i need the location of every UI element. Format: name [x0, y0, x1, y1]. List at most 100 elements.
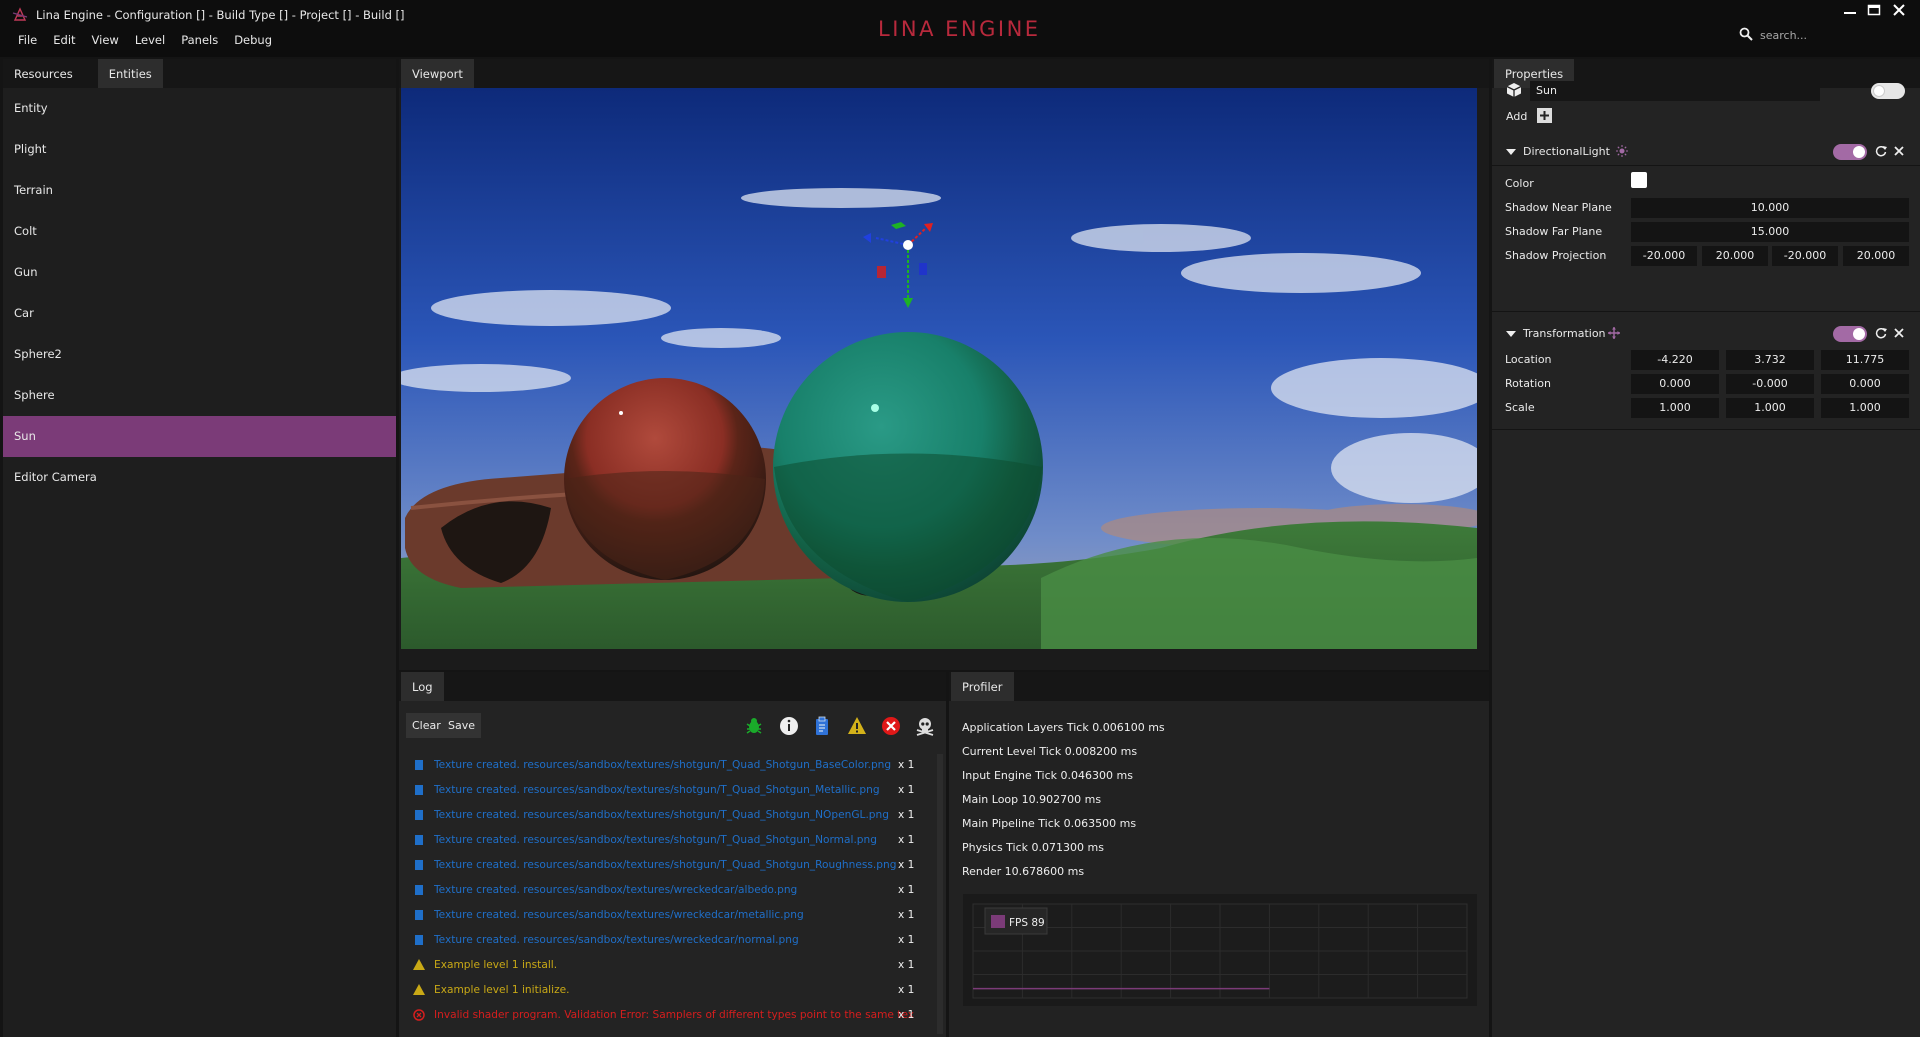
profiler-stat: Current Level Tick 0.008200 ms — [962, 745, 1138, 758]
log-text: Texture created. resources/sandbox/textu… — [434, 908, 804, 921]
list-item[interactable]: Car — [3, 293, 396, 334]
component-enable-toggle[interactable] — [1833, 144, 1867, 160]
add-component-icon[interactable] — [1537, 108, 1552, 123]
info-icon[interactable] — [779, 716, 799, 736]
refresh-icon[interactable] — [1875, 327, 1887, 339]
menu-bar: File Edit View Level Panels Debug — [10, 33, 280, 47]
remove-component-icon[interactable] — [1893, 327, 1905, 339]
list-item[interactable]: Sphere2 — [3, 334, 396, 375]
list-item[interactable]: Gun — [3, 252, 396, 293]
log-count: x 1 — [898, 908, 915, 921]
shadow-projection-top[interactable]: 20.000 — [1843, 246, 1909, 266]
shadow-projection-label: Shadow Projection — [1505, 249, 1607, 262]
location-y-field[interactable]: 3.732 — [1726, 350, 1814, 370]
profiler-stat: Application Layers Tick 0.006100 ms — [962, 721, 1165, 734]
scale-x-field[interactable]: 1.000 — [1631, 398, 1719, 418]
minimize-icon[interactable] — [1843, 4, 1857, 16]
color-swatch[interactable] — [1631, 172, 1647, 188]
list-item-selected[interactable]: Sun — [3, 416, 396, 457]
shadow-projection-left[interactable]: -20.000 — [1631, 246, 1697, 266]
rotation-x-field[interactable]: 0.000 — [1631, 374, 1719, 394]
clipboard-icon — [415, 834, 423, 845]
viewport-scene[interactable] — [401, 88, 1477, 649]
legend-swatch — [991, 915, 1005, 928]
list-item[interactable]: Entity — [3, 88, 396, 129]
search-icon[interactable] — [1739, 27, 1753, 41]
clipboard-icon[interactable] — [812, 716, 832, 736]
bug-icon[interactable] — [744, 716, 764, 736]
shadow-far-field[interactable]: 15.000 — [1631, 222, 1909, 242]
list-item[interactable]: Terrain — [3, 170, 396, 211]
profiler-panel: Profiler Application Layers Tick 0.00610… — [949, 672, 1489, 1037]
maximize-icon[interactable] — [1867, 4, 1881, 16]
clipboard-icon — [415, 909, 423, 920]
log-entry[interactable]: Texture created. resources/sandbox/textu… — [401, 927, 934, 952]
tab-viewport[interactable]: Viewport — [401, 59, 474, 88]
log-entry[interactable]: Example level 1 initialize. x 1 — [401, 977, 934, 1002]
clipboard-icon — [415, 859, 423, 870]
skull-icon[interactable] — [915, 716, 935, 736]
tab-resources[interactable]: Resources — [3, 59, 84, 88]
log-text: Texture created. resources/sandbox/textu… — [434, 883, 798, 896]
chevron-down-icon[interactable] — [1506, 147, 1516, 157]
scale-label: Scale — [1505, 401, 1535, 414]
brand-logo: LINA ENGINE — [878, 17, 1041, 41]
log-entry[interactable]: Texture created. resources/sandbox/textu… — [401, 802, 934, 827]
menu-panels[interactable]: Panels — [173, 33, 226, 47]
rotation-y-field[interactable]: -0.000 — [1726, 374, 1814, 394]
entity-active-toggle[interactable] — [1871, 83, 1905, 99]
fps-chart: FPS 89 — [963, 894, 1477, 1006]
log-count: x 1 — [898, 983, 915, 996]
menu-view[interactable]: View — [84, 33, 127, 47]
tab-entities[interactable]: Entities — [97, 59, 163, 88]
log-entry[interactable]: Invalid shader program. Validation Error… — [401, 1002, 934, 1027]
remove-component-icon[interactable] — [1893, 145, 1905, 157]
profiler-stat: Physics Tick 0.071300 ms — [962, 841, 1104, 854]
location-z-field[interactable]: 11.775 — [1821, 350, 1909, 370]
shadow-projection-right[interactable]: 20.000 — [1702, 246, 1768, 266]
warning-icon[interactable] — [847, 716, 867, 736]
log-entry[interactable]: Texture created. resources/sandbox/textu… — [401, 877, 934, 902]
window-title: Lina Engine - Configuration [] - Build T… — [36, 8, 405, 22]
clear-button[interactable]: Clear — [406, 713, 447, 738]
tab-profiler[interactable]: Profiler — [951, 672, 1014, 701]
close-icon[interactable] — [1892, 4, 1906, 16]
rotation-z-field[interactable]: 0.000 — [1821, 374, 1909, 394]
component-title: Transformation — [1523, 327, 1606, 340]
chevron-down-icon[interactable] — [1506, 329, 1516, 339]
search-input[interactable] — [1760, 26, 1880, 44]
error-icon[interactable] — [881, 716, 901, 736]
location-x-field[interactable]: -4.220 — [1631, 350, 1719, 370]
log-entry[interactable]: Texture created. resources/sandbox/textu… — [401, 827, 934, 852]
scale-y-field[interactable]: 1.000 — [1726, 398, 1814, 418]
log-entry[interactable]: Texture created. resources/sandbox/textu… — [401, 777, 934, 802]
tab-log[interactable]: Log — [401, 672, 444, 701]
list-item[interactable]: Editor Camera — [3, 457, 396, 498]
log-scrollbar[interactable] — [937, 754, 943, 1034]
title-bar: Lina Engine - Configuration [] - Build T… — [0, 0, 1920, 57]
list-item[interactable]: Plight — [3, 129, 396, 170]
log-entry[interactable]: Texture created. resources/sandbox/textu… — [401, 852, 934, 877]
log-entry[interactable]: Texture created. resources/sandbox/textu… — [401, 752, 934, 777]
log-entry[interactable]: Texture created. resources/sandbox/textu… — [401, 902, 934, 927]
menu-file[interactable]: File — [10, 33, 45, 47]
shadow-projection-bottom[interactable]: -20.000 — [1772, 246, 1838, 266]
menu-edit[interactable]: Edit — [45, 33, 83, 47]
component-enable-toggle[interactable] — [1833, 326, 1867, 342]
list-item[interactable]: Sphere — [3, 375, 396, 416]
log-entry[interactable]: Example level 1 install. x 1 — [401, 952, 934, 977]
menu-debug[interactable]: Debug — [226, 33, 280, 47]
lina-logo-icon — [12, 7, 28, 21]
scale-z-field[interactable]: 1.000 — [1821, 398, 1909, 418]
menu-level[interactable]: Level — [127, 33, 173, 47]
profiler-stats: Application Layers Tick 0.006100 ms Curr… — [962, 716, 1165, 884]
list-item[interactable]: Colt — [3, 211, 396, 252]
log-text: Example level 1 install. — [434, 958, 558, 971]
left-tabbar: Resources Entities — [3, 59, 396, 88]
shadow-near-field[interactable]: 10.000 — [1631, 198, 1909, 218]
refresh-icon[interactable] — [1875, 145, 1887, 157]
save-button[interactable]: Save — [442, 713, 482, 738]
viewport-panel: Viewport — [399, 59, 1489, 670]
profiler-stat: Render 10.678600 ms — [962, 865, 1085, 878]
entity-name-field[interactable]: Sun — [1530, 81, 1820, 101]
